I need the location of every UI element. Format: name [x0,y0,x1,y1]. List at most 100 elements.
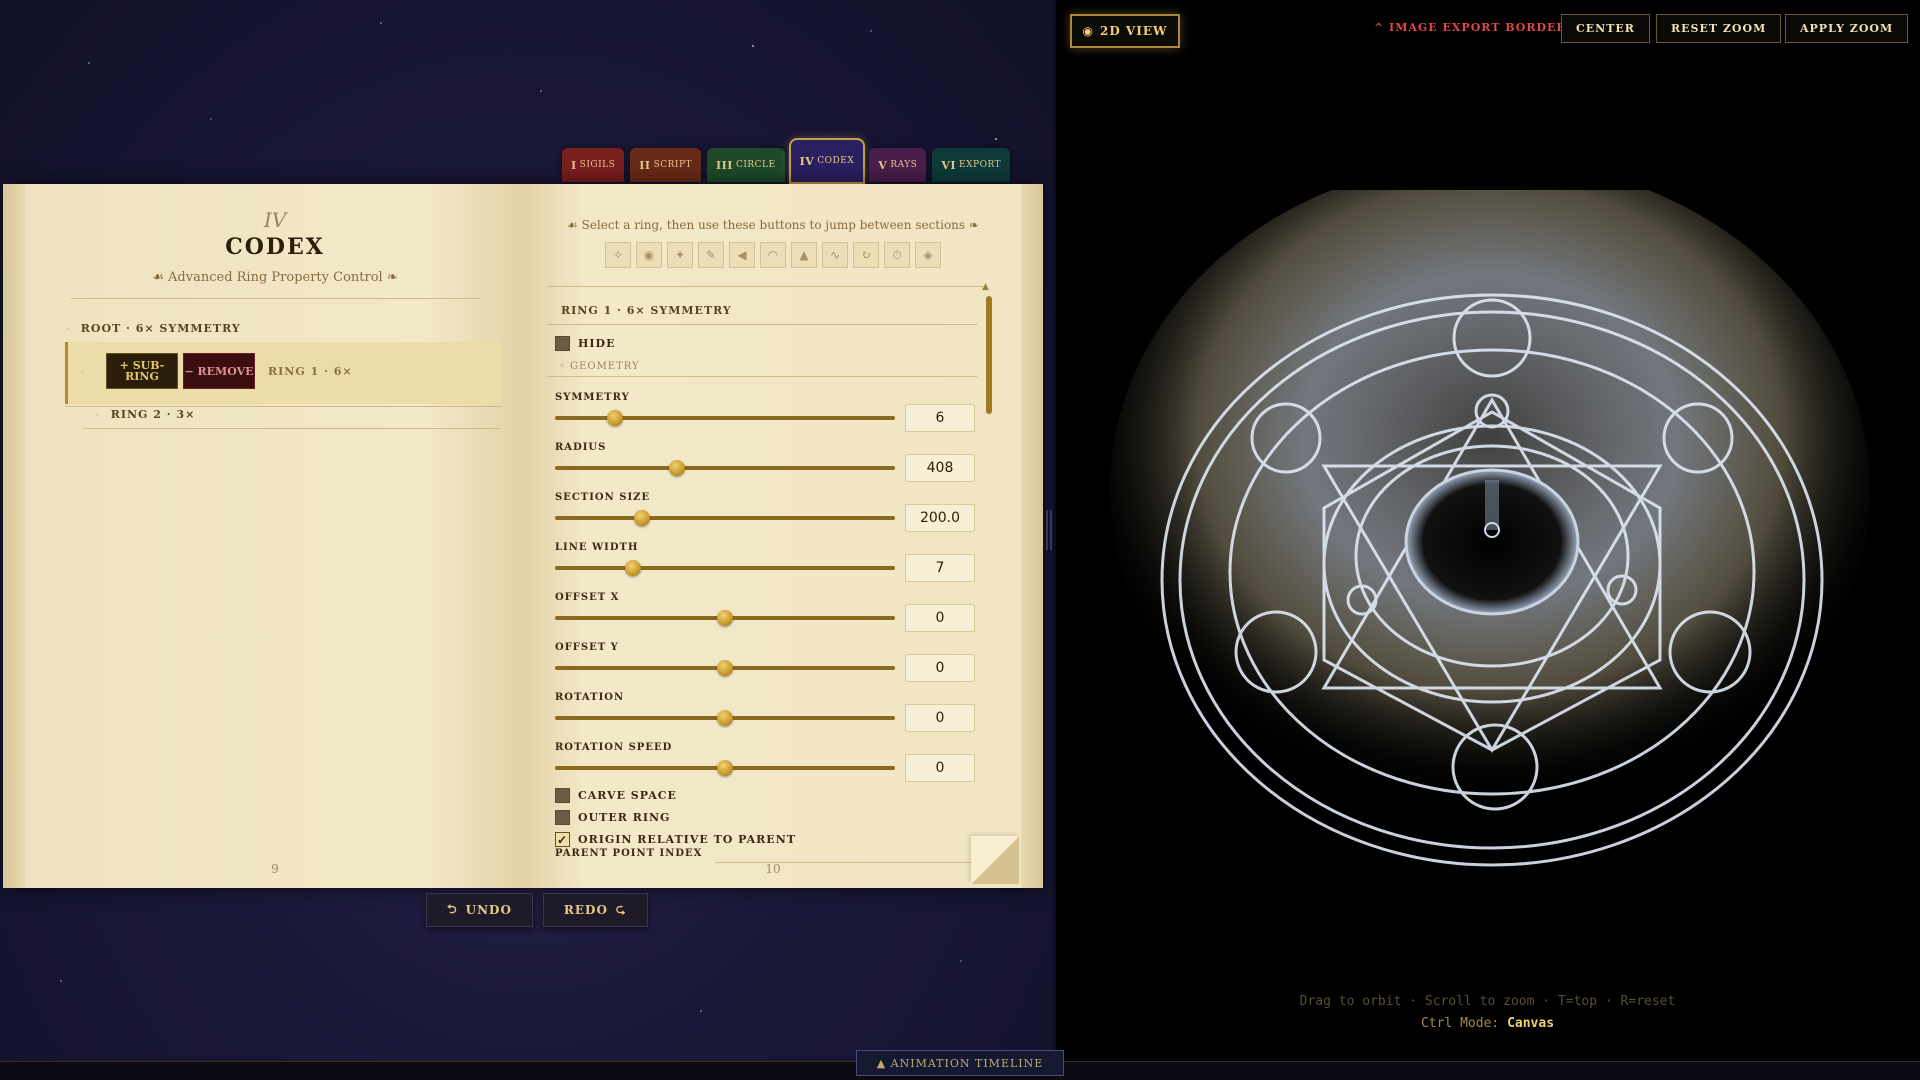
tab-sigils[interactable]: I SIGILS [562,148,625,182]
slider-handle[interactable] [633,510,650,526]
scrollbar-thumb[interactable] [986,296,992,414]
rotation-slider[interactable] [555,710,895,726]
tab-numeral: IV [799,154,815,168]
tab-codex[interactable]: IV CODEX [788,138,866,184]
divider [83,428,501,429]
line-width-slider[interactable] [555,560,895,576]
section-hint: ☙ Select a ring, then use these buttons … [567,218,979,232]
offset-x-label: OFFSET X [555,592,620,603]
magic-circle-svg [1110,160,1870,867]
slider-handle[interactable] [606,410,623,426]
tree-root-label: ROOT · 6× SYMMETRY [80,322,241,335]
left-page: IV CODEX ☙ Advanced Ring Property Contro… [25,184,525,888]
chapter-number: IV [263,208,287,232]
remove-ring-button[interactable]: − REMOVE [183,353,255,389]
section-jump-timer-icon[interactable]: ⏱ [884,242,910,268]
redo-button[interactable]: REDO ⮎ [542,893,648,927]
redo-icon: ⮎ [615,901,627,916]
page-subtitle: ☙ Advanced Ring Property Control ❧ [152,270,398,285]
offset-x-input[interactable] [905,604,975,632]
caret-icon: ◦ [65,324,71,334]
pane-resize-handle[interactable] [1046,510,1052,550]
offset-y-slider[interactable] [555,660,895,676]
tab-numeral: I [571,158,577,172]
add-sub-ring-button[interactable]: + SUB-RING [106,353,178,389]
tab-label: RAYS [890,160,918,170]
tab-numeral: III [716,158,733,172]
hide-checkbox[interactable] [555,336,570,351]
slider-handle[interactable] [717,760,733,776]
origin-relative-to-parent-toggle[interactable]: ✓ ORIGIN RELATIVE TO PARENT [555,832,796,847]
offset-x-slider[interactable] [555,610,895,626]
section-nav: ✧ ◉ ✦ ✎ ◀ ◠ ▲ ∿ ↻ ⏱ ◈ [605,242,941,268]
tab-label: CODEX [817,156,855,166]
section-jump-diamond-icon[interactable]: ◈ [915,242,941,268]
ctrl-mode-prefix: Ctrl Mode: [1420,1016,1500,1031]
section-jump-triangle-icon[interactable]: ▲ [791,242,817,268]
ring-1-label: RING 1 · 6× [268,365,353,378]
pane-divider [1053,0,1056,1080]
rotation-speed-input[interactable] [905,754,975,782]
section-jump-rotate-icon[interactable]: ↻ [853,242,879,268]
tab-export[interactable]: VI EXPORT [932,148,1011,182]
rotation-speed-slider[interactable] [555,760,895,776]
section-size-slider[interactable] [555,510,895,526]
section-jump-wave-icon[interactable]: ∿ [822,242,848,268]
scroll-up-arrow[interactable]: ▲ [982,282,989,292]
section-size-label: SECTION SIZE [555,492,651,503]
symmetry-slider[interactable] [555,410,895,426]
tree-item-ring-1[interactable]: ◦ + SUB-RING − REMOVE RING 1 · 6× [65,342,501,404]
carve-space-checkbox[interactable] [555,788,570,803]
tab-script[interactable]: II SCRIPT [630,148,702,182]
section-jump-pen-icon[interactable]: ✎ [698,242,724,268]
slider-handle[interactable] [717,710,733,726]
section-jump-star-icon[interactable]: ✦ [667,242,693,268]
tab-label: EXPORT [959,160,1002,170]
radius-label: RADIUS [555,442,607,453]
outer-ring-checkbox[interactable] [555,810,570,825]
tree-item-ring-2[interactable]: ◦ RING 2 · 3× [95,408,195,421]
outer-ring-toggle[interactable]: OUTER RING [555,810,670,825]
tree-root-item[interactable]: ◦ ROOT · 6× SYMMETRY [65,322,241,335]
ctrl-mode-indicator: Ctrl Mode: Canvas [1055,1016,1920,1031]
apply-zoom-button[interactable]: APPLY ZOOM [1785,14,1909,43]
page-number-left: 9 [271,862,279,876]
2d-view-toggle[interactable]: ◉ 2D VIEW [1070,14,1180,48]
animation-timeline-toggle[interactable]: ▲ ANIMATION TIMELINE [856,1050,1064,1076]
radius-input[interactable] [905,454,975,482]
parent-point-index-label: PARENT POINT INDEX [555,848,703,859]
section-jump-arc-icon[interactable]: ◠ [760,242,786,268]
image-export-border-toggle[interactable]: ^ IMAGE EXPORT BORDER [1374,21,1567,34]
reset-zoom-button[interactable]: RESET ZOOM [1656,14,1782,43]
rotation-input[interactable] [905,704,975,732]
section-size-input[interactable] [905,504,975,532]
ctrl-mode-value: Canvas [1507,1016,1555,1031]
divider [547,376,977,377]
rotation-speed-label: ROTATION SPEED [555,742,673,753]
line-width-input[interactable] [905,554,975,582]
center-button[interactable]: CENTER [1561,14,1650,43]
section-jump-target-icon[interactable]: ◉ [636,242,662,268]
hide-toggle[interactable]: HIDE [555,336,615,351]
carve-space-label: CARVE SPACE [578,789,677,802]
origin-relative-to-parent-checkbox[interactable]: ✓ [555,832,570,847]
carve-space-toggle[interactable]: CARVE SPACE [555,788,677,803]
undo-button[interactable]: ⮌ UNDO [426,893,533,927]
checkmark-icon: ✓ [556,832,569,847]
slider-handle[interactable] [717,660,733,676]
offset-y-input[interactable] [905,654,975,682]
slider-handle[interactable] [717,610,733,626]
page-curl-corner[interactable] [971,836,1019,884]
section-jump-arrow-left-icon[interactable]: ◀ [729,242,755,268]
radius-slider[interactable] [555,460,895,476]
tab-numeral: VI [941,158,957,172]
book-edge-left [3,184,25,888]
tab-rays[interactable]: V RAYS [869,148,927,182]
section-jump-sparkle-icon[interactable]: ✧ [605,242,631,268]
divider [547,286,983,287]
tab-circle[interactable]: III CIRCLE [707,148,785,182]
symmetry-input[interactable] [905,404,975,432]
slider-handle[interactable] [669,460,686,476]
geometry-group-label[interactable]: ◦ GEOMETRY [559,361,640,372]
slider-handle[interactable] [625,560,642,576]
